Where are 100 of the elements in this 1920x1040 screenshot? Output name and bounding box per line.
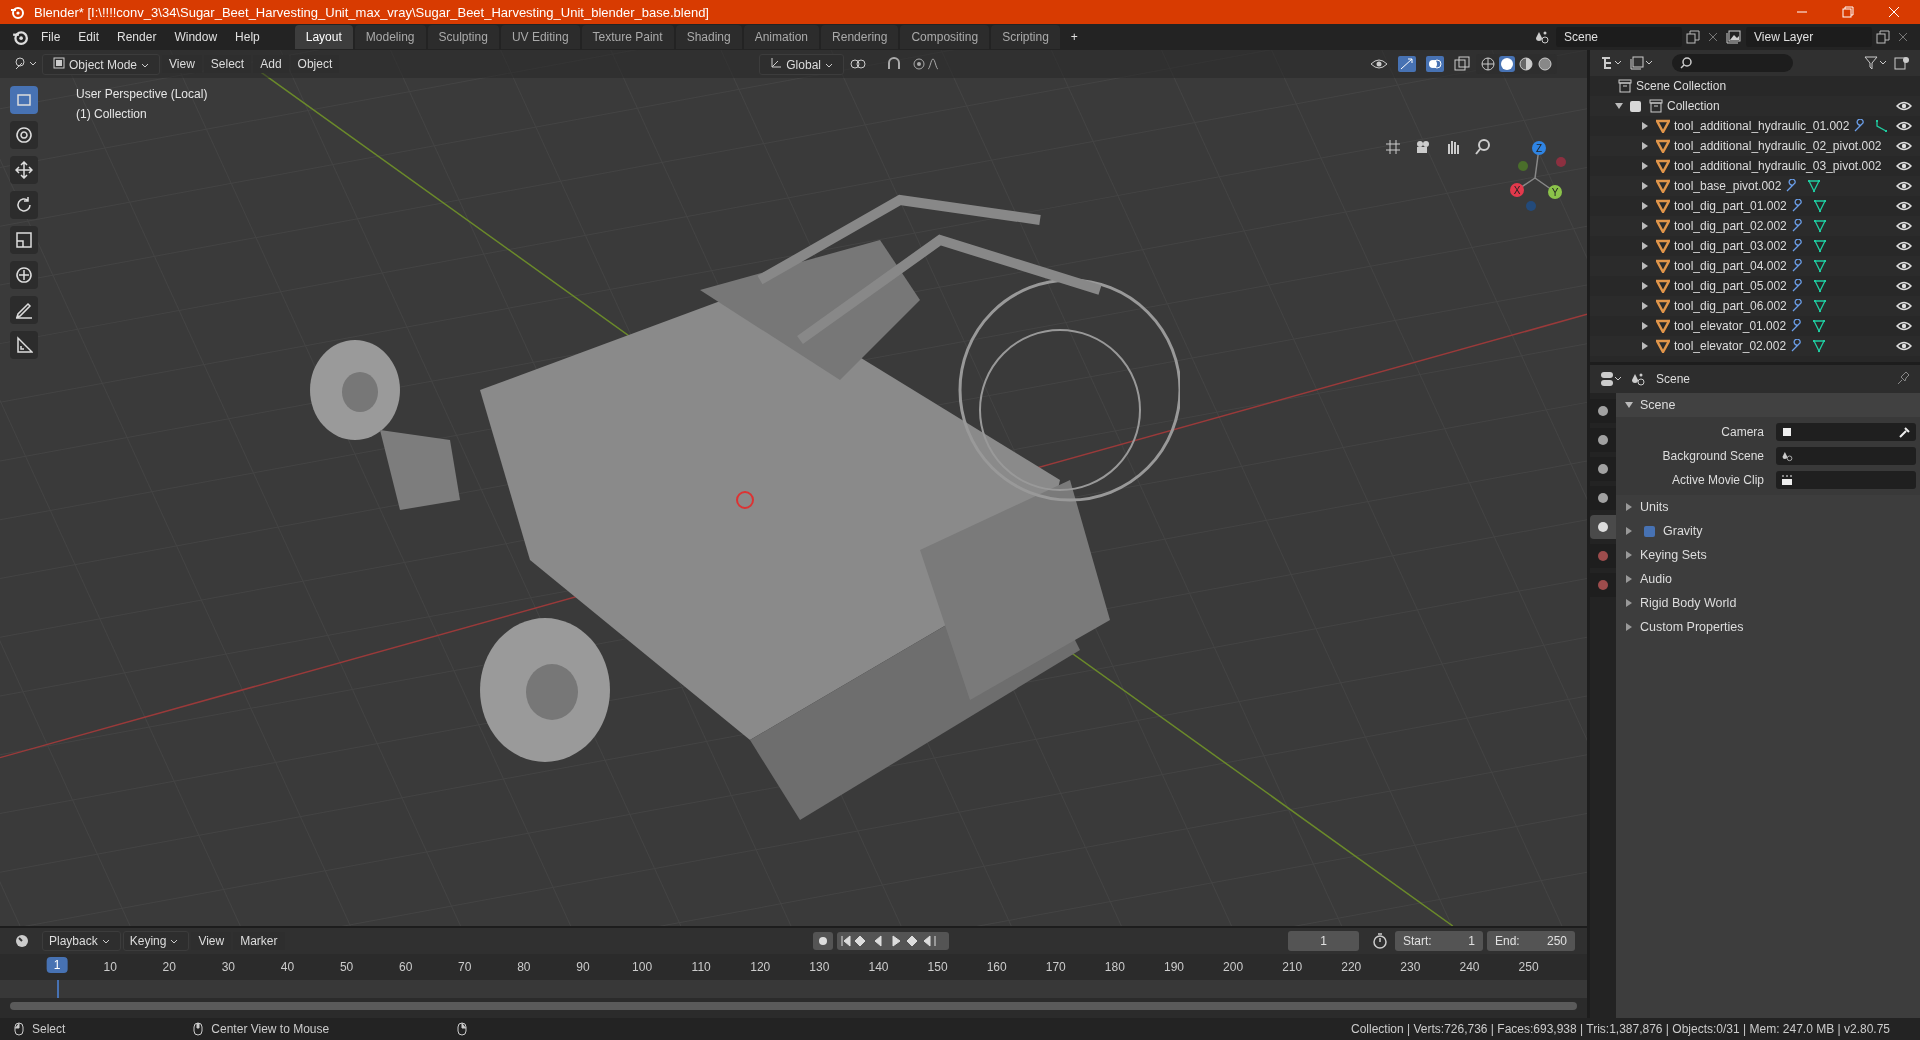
- scene-icon[interactable]: [1534, 30, 1552, 44]
- xray-toggle-icon[interactable]: [1454, 56, 1470, 72]
- eye-icon[interactable]: [1896, 240, 1912, 252]
- wrench-icon[interactable]: [1790, 219, 1805, 233]
- menu-item[interactable]: Help: [226, 30, 269, 44]
- cursor-tool-icon[interactable]: [10, 121, 38, 149]
- scene-tab-icon[interactable]: [1590, 515, 1616, 539]
- image-stack-icon[interactable]: [1726, 30, 1742, 44]
- outliner-item[interactable]: tool_dig_part_06.002: [1674, 299, 1787, 313]
- outliner-item[interactable]: tool_dig_part_03.002: [1674, 239, 1787, 253]
- rendered-shading-icon[interactable]: [1537, 56, 1553, 72]
- wrench-icon[interactable]: [1790, 199, 1805, 213]
- viewport-menu-item[interactable]: Add: [253, 55, 289, 73]
- eye-icon[interactable]: [1896, 340, 1912, 352]
- outliner-item[interactable]: tool_base_pivot.002: [1674, 179, 1782, 193]
- expand-arrow-icon[interactable]: [1624, 598, 1634, 608]
- camera-field[interactable]: [1776, 423, 1916, 441]
- workspace-tab[interactable]: Sculpting: [427, 25, 499, 49]
- eye-icon[interactable]: [1896, 200, 1912, 212]
- solid-shading-icon[interactable]: [1499, 56, 1515, 72]
- mesh-data-icon[interactable]: [1812, 239, 1827, 253]
- mesh-data-icon[interactable]: [1812, 299, 1827, 313]
- close-icon[interactable]: [1898, 32, 1908, 42]
- axis-gizmo[interactable]: X Y Z: [1497, 138, 1573, 214]
- material-shading-icon[interactable]: [1518, 56, 1534, 72]
- wrench-icon[interactable]: [1790, 259, 1805, 273]
- zoom-icon[interactable]: [1474, 138, 1492, 156]
- mode-dropdown[interactable]: Object Mode: [42, 53, 161, 75]
- wrench-icon[interactable]: [1790, 279, 1805, 293]
- measure-tool-icon[interactable]: [10, 331, 38, 359]
- new-collection-icon[interactable]: [1894, 56, 1910, 70]
- display-mode-icon[interactable]: [1630, 56, 1652, 70]
- workspace-tab[interactable]: Rendering: [821, 25, 899, 49]
- current-frame-field[interactable]: 1: [1288, 931, 1359, 951]
- overlay-toggle-icon[interactable]: [1426, 56, 1444, 72]
- outliner-item[interactable]: tool_elevator_01.002: [1674, 319, 1787, 333]
- editor-type-icon[interactable]: [14, 57, 36, 71]
- output-tab-icon[interactable]: [1590, 457, 1616, 481]
- panel-header[interactable]: Rigid Body World: [1640, 596, 1737, 610]
- timeline-menu-item[interactable]: Playback: [42, 931, 121, 951]
- menu-item[interactable]: Render: [108, 30, 166, 44]
- outliner-item[interactable]: tool_elevator_02.002: [1674, 339, 1787, 353]
- eyedropper-icon[interactable]: [1899, 426, 1911, 438]
- texture-tab-icon[interactable]: [1590, 573, 1616, 597]
- wrench-icon[interactable]: [1790, 239, 1805, 253]
- workspace-tab[interactable]: Modeling: [354, 25, 426, 49]
- mesh-data-icon[interactable]: [1812, 339, 1827, 353]
- clip-field[interactable]: [1776, 471, 1916, 489]
- search-field[interactable]: [1672, 54, 1793, 72]
- restore-icon[interactable]: [1842, 6, 1854, 18]
- panel-header[interactable]: Custom Properties: [1640, 620, 1744, 634]
- copy-icon[interactable]: [1876, 30, 1890, 44]
- timeline-menu-item[interactable]: Keying: [122, 931, 190, 951]
- wireframe-shading-icon[interactable]: [1480, 56, 1496, 72]
- camera-icon[interactable]: [1414, 138, 1432, 156]
- blender-logo-icon[interactable]: [12, 29, 28, 45]
- eye-icon[interactable]: [1896, 220, 1912, 232]
- expand-arrow-icon[interactable]: [1624, 574, 1634, 584]
- mesh-data-icon[interactable]: [1812, 319, 1827, 333]
- expand-arrow-icon[interactable]: [1624, 526, 1634, 536]
- annotate-tool-icon[interactable]: [10, 296, 38, 324]
- scene-field[interactable]: [1776, 447, 1916, 465]
- panel-header[interactable]: Gravity: [1663, 524, 1703, 538]
- workspace-tab[interactable]: Texture Paint: [581, 25, 674, 49]
- eye-icon[interactable]: [1370, 57, 1388, 71]
- panel-header[interactable]: Units: [1640, 500, 1669, 514]
- mesh-data-icon[interactable]: [1812, 259, 1827, 273]
- checkbox[interactable]: [1644, 525, 1655, 537]
- outliner-item[interactable]: tool_additional_hydraulic_02_pivot.002: [1674, 139, 1882, 153]
- stopwatch-icon[interactable]: [1371, 932, 1389, 950]
- start-frame-field[interactable]: Start: 1: [1395, 931, 1483, 951]
- timeline-scrollbar[interactable]: [10, 1002, 1577, 1010]
- world-tab-icon[interactable]: [1590, 544, 1616, 568]
- scene-field[interactable]: Scene: [1556, 27, 1682, 47]
- workspace-tab[interactable]: Shading: [675, 25, 742, 49]
- eye-icon[interactable]: [1896, 260, 1912, 272]
- eye-icon[interactable]: [1896, 160, 1912, 172]
- pin-icon[interactable]: [1896, 372, 1910, 386]
- eye-icon[interactable]: [1896, 280, 1912, 292]
- transform-tool-icon[interactable]: [10, 261, 38, 289]
- record-icon[interactable]: [813, 932, 834, 950]
- wrench-icon[interactable]: [1790, 299, 1805, 313]
- eye-icon[interactable]: [1896, 180, 1912, 192]
- close-icon[interactable]: [1708, 32, 1718, 42]
- panel-header[interactable]: Scene: [1616, 393, 1920, 417]
- outliner-type-icon[interactable]: [1600, 56, 1622, 70]
- eye-icon[interactable]: [1896, 320, 1912, 332]
- mesh-data-icon[interactable]: [1812, 199, 1827, 213]
- eye-icon[interactable]: [1896, 300, 1912, 312]
- select-tool-icon[interactable]: [10, 86, 38, 114]
- eye-icon[interactable]: [1896, 140, 1912, 152]
- move-tool-icon[interactable]: [10, 156, 38, 184]
- view-layer-field[interactable]: View Layer: [1746, 27, 1872, 47]
- workspace-tab[interactable]: Compositing: [900, 25, 990, 49]
- grid-view-icon[interactable]: [1384, 138, 1402, 156]
- playback-controls-drawing[interactable]: [837, 932, 950, 950]
- expand-arrow-icon[interactable]: [1624, 502, 1634, 512]
- workspace-tab[interactable]: Layout: [294, 25, 353, 49]
- workspace-tab[interactable]: Animation: [743, 25, 820, 49]
- add-workspace-button[interactable]: +: [1061, 30, 1087, 44]
